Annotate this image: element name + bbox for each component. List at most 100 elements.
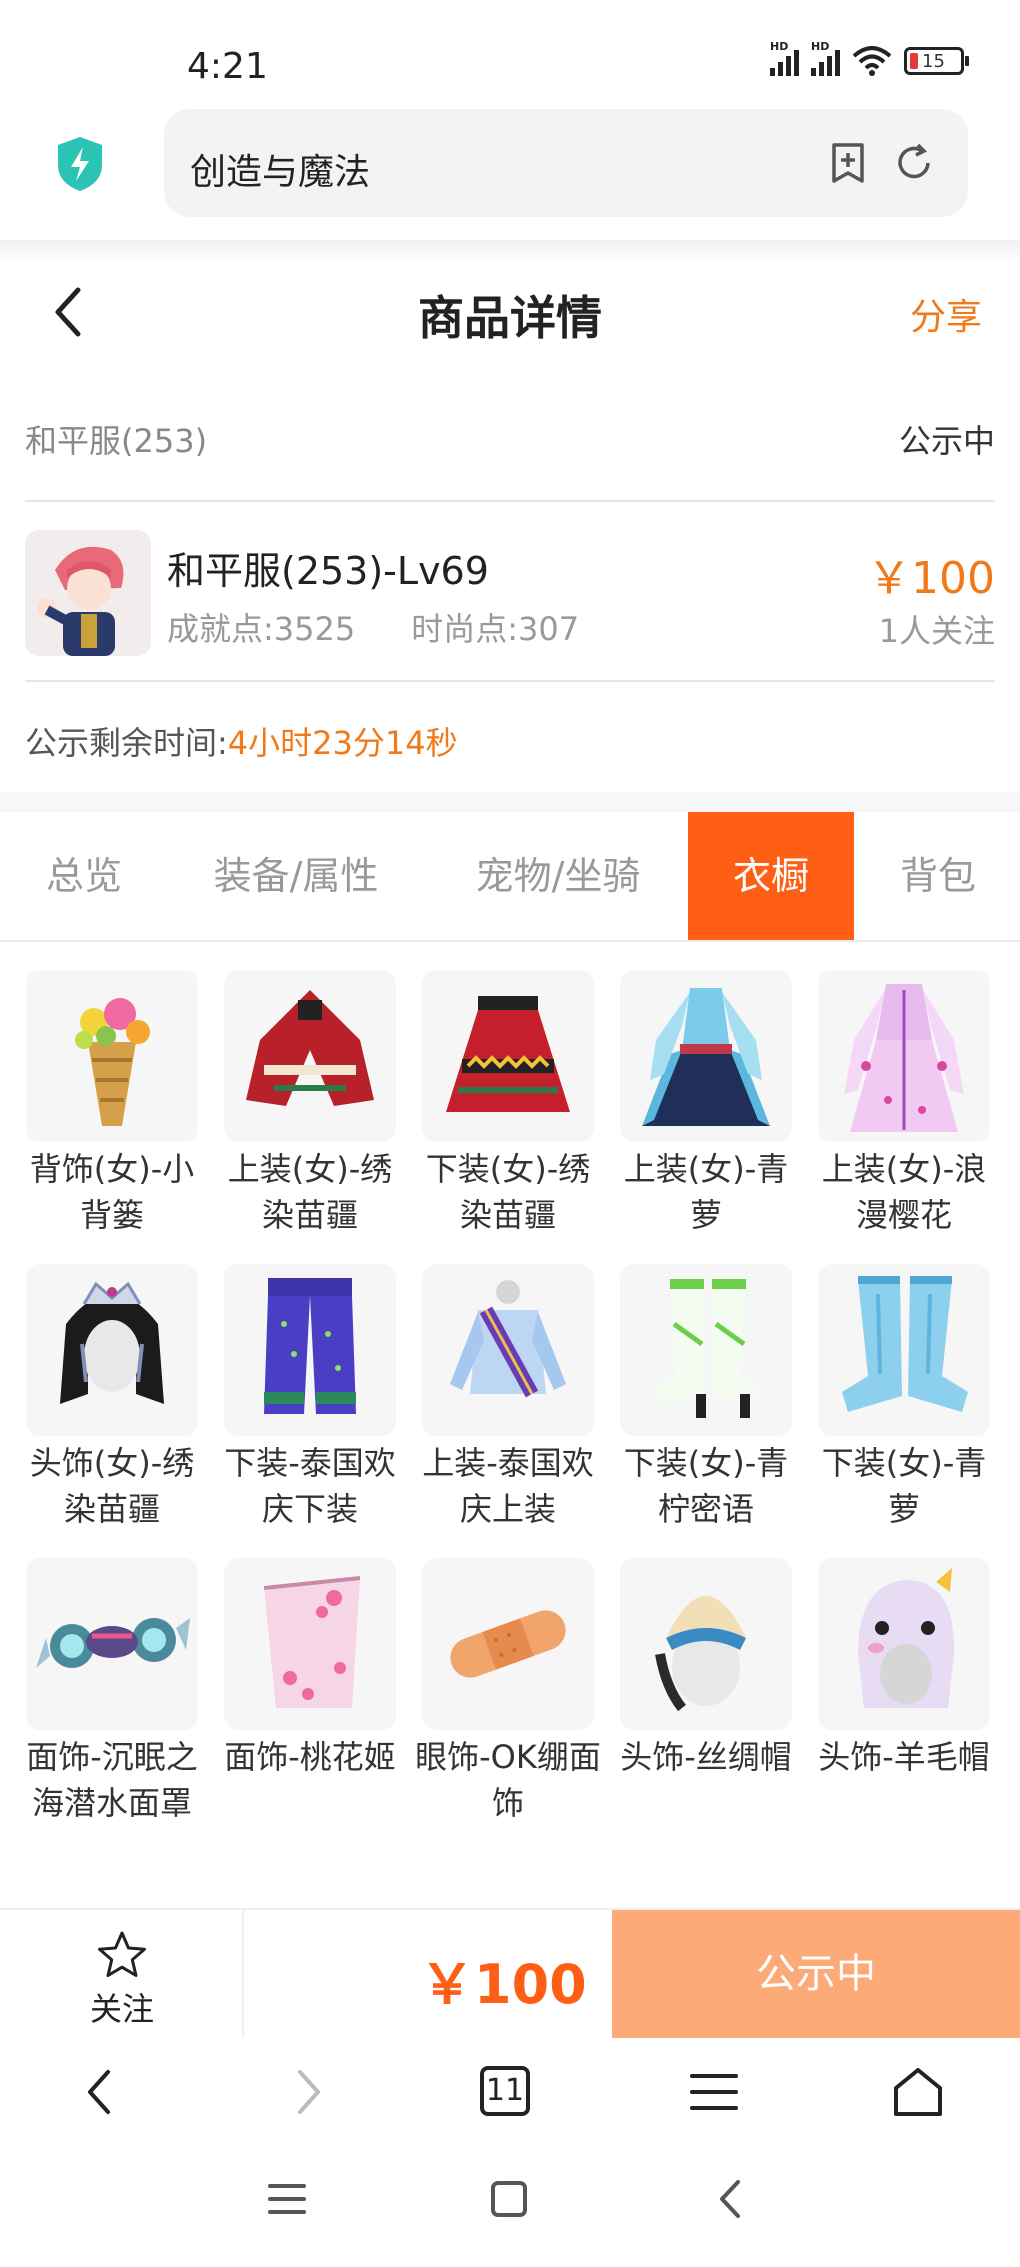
diving-mask-icon bbox=[26, 1558, 198, 1730]
wool-hat-icon bbox=[818, 1558, 990, 1730]
fashion-points: 时尚点:307 bbox=[411, 610, 580, 648]
wardrobe-item[interactable]: 下装(女)-青萝 bbox=[818, 1264, 990, 1532]
tabs-count-button[interactable]: 11 bbox=[480, 2066, 530, 2116]
character-portrait-icon bbox=[25, 530, 151, 656]
wardrobe-item-label: 头饰-丝绸帽 bbox=[620, 1738, 792, 1776]
wardrobe-item-label: 背饰(女)-小背篓 bbox=[29, 1150, 195, 1234]
wardrobe-item-label: 下装(女)-青萝 bbox=[821, 1444, 987, 1528]
add-bookmark-icon[interactable] bbox=[824, 139, 872, 187]
menu-icon[interactable] bbox=[684, 2062, 744, 2122]
wardrobe-item[interactable]: 面饰-沉眠之海潜水面罩 bbox=[26, 1558, 198, 1826]
wardrobe-item[interactable]: 背饰(女)-小背篓 bbox=[26, 970, 198, 1238]
blue-dress-icon bbox=[620, 970, 792, 1142]
system-home-icon[interactable] bbox=[486, 2176, 532, 2222]
bandage-icon bbox=[422, 1558, 594, 1730]
follower-count: 1人关注 bbox=[878, 612, 995, 650]
wardrobe-item[interactable]: 头饰-丝绸帽 bbox=[620, 1558, 792, 1780]
tab-backpack[interactable]: 背包 bbox=[856, 812, 1020, 940]
publicity-status: 公示中 bbox=[898, 422, 995, 460]
remaining-time-value: 4小时23分14秒 bbox=[227, 724, 458, 762]
listing-summary[interactable]: 和平服(253)-Lv69 成就点:3525 时尚点:307 ￥100 1人关注 bbox=[25, 530, 995, 660]
detail-tabs: 总览 装备/属性 宠物/坐骑 衣橱 背包 bbox=[0, 812, 1020, 942]
bottom-price: ￥100 bbox=[420, 1953, 587, 2016]
silk-hat-icon bbox=[620, 1558, 792, 1730]
tab-overview[interactable]: 总览 bbox=[0, 812, 168, 940]
status-time: 4:21 bbox=[187, 46, 268, 87]
page-header: 商品详情 分享 bbox=[0, 258, 1020, 358]
signal-1-icon: HD bbox=[770, 40, 799, 76]
character-avatar bbox=[25, 530, 151, 656]
thai-pants-icon bbox=[224, 1264, 396, 1436]
achievement-points: 成就点:3525 bbox=[167, 610, 356, 648]
wardrobe-item[interactable]: 面饰-桃花姬 bbox=[224, 1558, 396, 1780]
wardrobe-item-label: 面饰-桃花姬 bbox=[224, 1738, 396, 1776]
wardrobe-item-label: 头饰-羊毛帽 bbox=[818, 1738, 990, 1776]
battery-level: 15 bbox=[922, 50, 945, 72]
remaining-time-label: 公示剩余时间: bbox=[25, 724, 228, 762]
recent-apps-icon[interactable] bbox=[264, 2176, 310, 2222]
headdress-icon bbox=[26, 1264, 198, 1436]
star-icon bbox=[98, 1931, 146, 1977]
blue-boots-icon bbox=[818, 1264, 990, 1436]
wardrobe-item-label: 下装-泰国欢庆下装 bbox=[224, 1444, 396, 1528]
wardrobe-item[interactable]: 下装(女)-绣染苗疆 bbox=[422, 970, 594, 1238]
browser-nav: 11 bbox=[0, 2038, 1020, 2148]
wardrobe-item[interactable]: 下装(女)-青柠密语 bbox=[620, 1264, 792, 1532]
embroidered-top-icon bbox=[224, 970, 396, 1142]
browser-address-area: 创造与魔法 bbox=[0, 105, 1020, 240]
wardrobe-item-label: 上装(女)-青萝 bbox=[623, 1150, 789, 1234]
wardrobe-item-label: 上装(女)-绣染苗疆 bbox=[227, 1150, 393, 1234]
system-back-icon[interactable] bbox=[708, 2176, 754, 2222]
wardrobe-item[interactable]: 头饰(女)-绣染苗疆 bbox=[26, 1264, 198, 1532]
status-bar: 4:21 HD HD 15 bbox=[0, 0, 1020, 110]
buy-button[interactable]: 公示中 bbox=[612, 1910, 1020, 2038]
thai-top-icon bbox=[422, 1264, 594, 1436]
wardrobe-item-label: 下装(女)-绣染苗疆 bbox=[425, 1150, 591, 1234]
wardrobe-item[interactable]: 上装(女)-浪漫樱花 bbox=[818, 970, 990, 1238]
green-boots-icon bbox=[620, 1264, 792, 1436]
header-divider bbox=[0, 240, 1020, 258]
pink-dress-icon bbox=[818, 970, 990, 1142]
item-name: 和平服(253)-Lv69 bbox=[167, 549, 489, 593]
divider bbox=[25, 680, 995, 682]
section-gap bbox=[0, 792, 1020, 812]
wardrobe-item-label: 面饰-沉眠之海潜水面罩 bbox=[26, 1738, 198, 1822]
item-price: ￥100 bbox=[867, 553, 995, 604]
wardrobe-item[interactable]: 上装(女)-青萝 bbox=[620, 970, 792, 1238]
wardrobe-item[interactable]: 上装(女)-绣染苗疆 bbox=[224, 970, 396, 1238]
embroidered-skirt-icon bbox=[422, 970, 594, 1142]
wardrobe-item[interactable]: 头饰-羊毛帽 bbox=[818, 1558, 990, 1780]
wardrobe-item-label: 头饰(女)-绣染苗疆 bbox=[29, 1444, 195, 1528]
wardrobe-item-label: 下装(女)-青柠密语 bbox=[623, 1444, 789, 1528]
share-button[interactable]: 分享 bbox=[910, 288, 982, 340]
remaining-time-row: 公示剩余时间:4小时23分14秒 bbox=[25, 718, 458, 764]
refresh-icon[interactable] bbox=[890, 139, 938, 187]
browser-back-icon[interactable] bbox=[70, 2062, 130, 2122]
url-text: 创造与魔法 bbox=[190, 152, 371, 193]
home-icon[interactable] bbox=[888, 2062, 948, 2122]
url-bar[interactable]: 创造与魔法 bbox=[164, 109, 968, 217]
system-nav bbox=[0, 2150, 1020, 2267]
signal-2-icon: HD bbox=[811, 40, 840, 76]
basket-icon bbox=[26, 970, 198, 1142]
battery-icon: 15 bbox=[904, 47, 969, 75]
wardrobe-item[interactable]: 眼饰-OK绷面饰 bbox=[415, 1558, 601, 1826]
wardrobe-item-label: 上装(女)-浪漫樱花 bbox=[821, 1150, 987, 1234]
server-name: 和平服(253) bbox=[25, 422, 208, 460]
wardrobe-item[interactable]: 上装-泰国欢庆上装 bbox=[422, 1264, 594, 1532]
status-icons: HD HD 15 bbox=[770, 40, 969, 76]
tab-equipment[interactable]: 装备/属性 bbox=[168, 812, 424, 940]
follow-button[interactable]: 关注 bbox=[0, 1910, 244, 2038]
security-shield-icon[interactable] bbox=[54, 135, 106, 193]
follow-label: 关注 bbox=[89, 1990, 154, 2028]
wardrobe-item-label: 上装-泰国欢庆上装 bbox=[422, 1444, 594, 1528]
item-stats: 成就点:3525 时尚点:307 bbox=[167, 604, 579, 650]
tab-pets[interactable]: 宠物/坐骑 bbox=[434, 812, 682, 940]
browser-forward-icon[interactable] bbox=[278, 2062, 338, 2122]
action-bar: 关注 ￥100 公示中 bbox=[0, 1908, 1020, 2038]
wardrobe-item[interactable]: 下装-泰国欢庆下装 bbox=[224, 1264, 396, 1532]
wifi-icon bbox=[852, 46, 892, 76]
peach-veil-icon bbox=[224, 1558, 396, 1730]
page-title: 商品详情 bbox=[418, 291, 602, 345]
tab-wardrobe[interactable]: 衣橱 bbox=[688, 812, 854, 940]
